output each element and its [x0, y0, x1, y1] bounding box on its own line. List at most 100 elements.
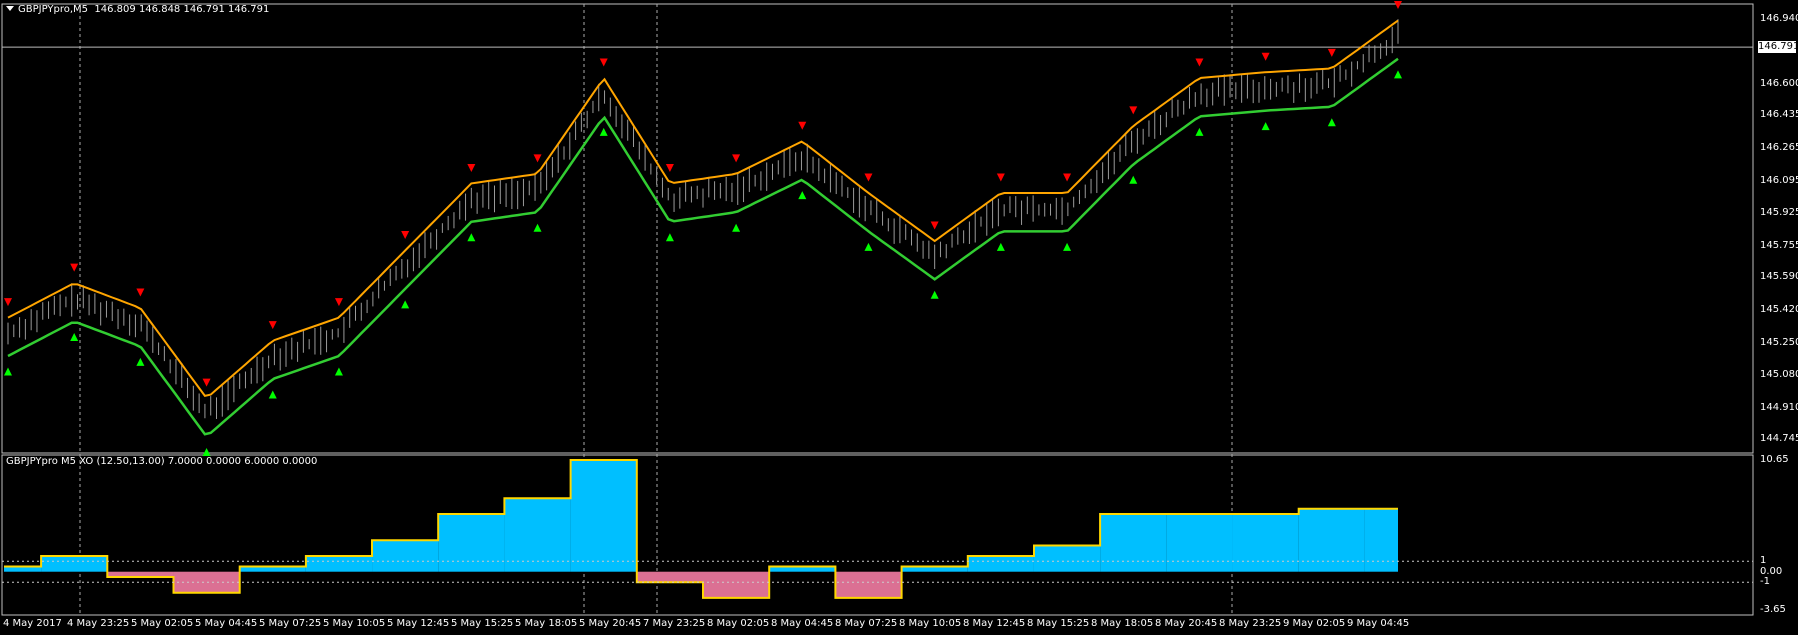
ohlc-values: 146.809 146.848 146.791 146.791 — [94, 4, 270, 15]
price-axis-label: 146.435 — [1760, 109, 1798, 121]
price-axis-label: 145.250 — [1760, 336, 1798, 348]
time-axis-label: 5 May 12:45 — [387, 618, 450, 629]
up-arrow-icon — [401, 300, 410, 309]
indicator-bar — [372, 540, 439, 572]
price-axis-label: 146.095 — [1760, 174, 1798, 186]
indicator-bar — [305, 555, 373, 572]
current-price-tag: 146.791 — [1758, 41, 1798, 53]
up-arrow-icon — [1261, 122, 1270, 131]
down-arrow-icon — [930, 221, 939, 230]
indicator-bar — [1298, 508, 1365, 572]
indicator-bar — [41, 555, 108, 572]
down-arrow-icon — [533, 154, 542, 163]
up-arrow-icon — [268, 390, 277, 399]
time-axis-label: 5 May 18:05 — [515, 618, 578, 629]
up-arrow-icon — [4, 367, 12, 376]
down-arrow-icon — [136, 288, 145, 297]
up-arrow-icon — [70, 332, 79, 341]
up-arrow-icon — [732, 223, 741, 232]
down-arrow-icon — [864, 173, 873, 182]
time-axis-label: 5 May 07:25 — [259, 618, 322, 629]
up-arrow-icon — [996, 242, 1005, 251]
up-arrow-icon — [136, 357, 145, 366]
up-arrow-icon — [1327, 118, 1336, 127]
symbol-label: GBPJPYpro,M5 — [18, 4, 89, 15]
down-arrow-icon — [4, 298, 12, 307]
down-arrow-icon — [665, 163, 674, 172]
time-axis-label: 9 May 02:05 — [1283, 618, 1346, 629]
down-arrow-icon — [268, 321, 277, 330]
time-axis-label: 9 May 04:45 — [1347, 618, 1410, 629]
time-axis-label: 8 May 07:25 — [835, 618, 898, 629]
time-axis-label: 8 May 18:05 — [1091, 618, 1154, 629]
indicator-bar — [1364, 508, 1398, 572]
indicator-bar — [570, 460, 637, 572]
price-axis-label: 146.600 — [1760, 77, 1798, 89]
up-arrow-icon — [1394, 70, 1402, 79]
price-axis-label: 145.925 — [1760, 207, 1798, 219]
price-axis-label: 144.910 — [1760, 401, 1798, 413]
time-axis-label: 4 May 2017 — [3, 618, 62, 629]
time-axis-label: 8 May 15:25 — [1027, 618, 1090, 629]
indicator-axis-label: -3.65 — [1760, 604, 1786, 615]
indicator-bar — [1100, 514, 1167, 572]
price-axis-label: 144.745 — [1760, 433, 1798, 445]
down-arrow-icon — [467, 163, 476, 172]
down-arrow-icon — [996, 173, 1005, 182]
up-arrow-icon — [1195, 127, 1204, 136]
down-arrow-icon — [1195, 58, 1204, 67]
time-axis-label: 8 May 02:05 — [707, 618, 770, 629]
up-arrow-icon — [665, 233, 674, 242]
indicator-axis-label: -1 — [1760, 576, 1770, 588]
down-arrow-icon — [1394, 1, 1402, 9]
down-arrow-icon — [1129, 106, 1138, 115]
indicator-bar — [1166, 514, 1233, 572]
indicator-bar — [835, 571, 902, 598]
time-axis-label: 8 May 12:45 — [963, 618, 1026, 629]
indicator-bar — [636, 571, 703, 583]
time-axis-label: 8 May 20:45 — [1155, 618, 1218, 629]
up-arrow-icon — [467, 233, 476, 242]
chart-canvas[interactable] — [0, 0, 1798, 635]
time-axis-label: 4 May 23:25 — [67, 618, 130, 629]
time-axis-label: 7 May 23:25 — [643, 618, 706, 629]
price-axis-label: 145.080 — [1760, 369, 1798, 381]
support-line — [7, 57, 1399, 436]
up-arrow-icon — [864, 242, 873, 251]
price-axis-label: 145.420 — [1760, 303, 1798, 315]
time-axis-label: 8 May 04:45 — [771, 618, 834, 629]
time-axis-label: 5 May 02:05 — [131, 618, 194, 629]
up-arrow-icon — [930, 290, 939, 299]
up-arrow-icon — [202, 448, 211, 456]
indicator-bar — [1033, 545, 1101, 572]
up-arrow-icon — [798, 191, 807, 200]
down-arrow-icon — [70, 263, 79, 272]
down-arrow-icon — [798, 121, 807, 130]
down-arrow-icon — [401, 231, 410, 240]
time-axis-label: 5 May 10:05 — [323, 618, 386, 629]
down-arrow-icon — [1261, 52, 1270, 61]
price-axis-label: 145.590 — [1760, 271, 1798, 283]
indicator-bar — [504, 498, 571, 572]
price-axis-label: 146.265 — [1760, 141, 1798, 153]
main-chart-title: GBPJPYpro,M5 146.809 146.848 146.791 146… — [6, 4, 269, 16]
indicator-bar — [438, 514, 505, 572]
up-arrow-icon — [334, 367, 343, 376]
time-axis-label: 5 May 20:45 — [579, 618, 642, 629]
up-arrow-icon — [533, 223, 542, 232]
indicator-bar — [1232, 514, 1299, 572]
down-arrow-icon — [599, 58, 608, 67]
up-arrow-icon — [1063, 242, 1072, 251]
time-axis-label: 8 May 23:25 — [1219, 618, 1282, 629]
time-axis-label: 8 May 10:05 — [899, 618, 962, 629]
dropdown-triangle-icon[interactable] — [6, 6, 14, 11]
price-axis-label: 145.755 — [1760, 239, 1798, 251]
down-arrow-icon — [1327, 48, 1336, 57]
down-arrow-icon — [202, 378, 211, 387]
resistance-line — [7, 19, 1399, 398]
time-axis-label: 5 May 04:45 — [195, 618, 258, 629]
up-arrow-icon — [599, 127, 608, 136]
down-arrow-icon — [1063, 173, 1072, 182]
indicator-title: GBPJPYpro M5 XO (12.50,13.00) 7.0000 0.0… — [6, 456, 318, 467]
down-arrow-icon — [334, 298, 343, 307]
